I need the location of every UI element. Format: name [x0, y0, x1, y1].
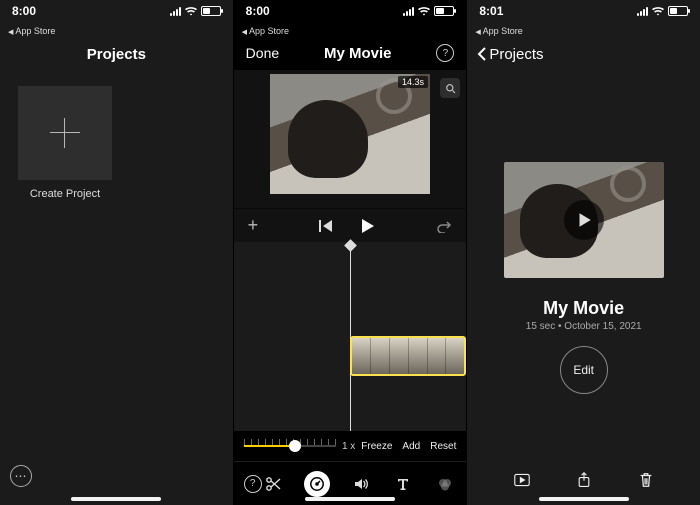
zoom-button[interactable]	[440, 78, 460, 98]
projects-screen: 8:00 App Store Projects Create Project ⋯	[0, 0, 233, 505]
plus-icon	[50, 118, 80, 148]
battery-icon	[434, 6, 454, 16]
editor-screen: 8:00 App Store Done My Movie ? 14.3s +	[234, 0, 467, 505]
page-title: Projects	[0, 36, 233, 72]
movie-title: My Movie	[467, 298, 700, 319]
back-button[interactable]: Projects	[467, 36, 700, 72]
home-indicator[interactable]	[305, 497, 395, 501]
back-label: Projects	[489, 46, 543, 63]
status-time: 8:01	[479, 4, 503, 18]
video-clip[interactable]	[350, 336, 466, 376]
volume-icon[interactable]	[350, 473, 372, 495]
done-button[interactable]: Done	[246, 45, 279, 61]
back-to-app[interactable]: App Store	[234, 26, 467, 36]
cellular-icon	[403, 7, 414, 16]
back-to-app[interactable]: App Store	[467, 26, 700, 36]
play-rect-icon[interactable]	[511, 469, 533, 491]
project-title: My Movie	[324, 45, 392, 62]
create-project-label: Create Project	[18, 188, 112, 200]
battery-icon	[201, 6, 221, 16]
text-icon[interactable]	[392, 473, 414, 495]
help-button-bottom[interactable]: ?	[244, 475, 262, 493]
edit-button[interactable]: Edit	[560, 346, 608, 394]
preview-pane: 14.3s	[234, 70, 467, 208]
movie-thumbnail[interactable]	[504, 162, 664, 278]
home-indicator[interactable]	[539, 497, 629, 501]
movie-meta: 15 sec • October 15, 2021	[467, 321, 700, 332]
status-icons	[637, 4, 688, 16]
add-media-button[interactable]: +	[248, 215, 259, 236]
reset-button[interactable]: Reset	[430, 441, 456, 452]
back-to-app[interactable]: App Store	[0, 26, 233, 36]
speed-value: 1 x	[342, 441, 355, 452]
trash-icon[interactable]	[635, 469, 657, 491]
undo-button[interactable]	[436, 219, 452, 233]
scissors-icon[interactable]	[262, 473, 284, 495]
play-button[interactable]	[359, 218, 375, 234]
bottom-actions	[467, 469, 700, 491]
home-indicator[interactable]	[71, 497, 161, 501]
speedometer-icon[interactable]	[304, 471, 330, 497]
speed-slider[interactable]	[244, 437, 336, 455]
transport-bar: +	[234, 208, 467, 242]
duration-tag: 14.3s	[398, 76, 428, 88]
battery-icon	[668, 6, 688, 16]
editor-header: Done My Movie ?	[234, 36, 467, 70]
help-button[interactable]: ?	[436, 44, 454, 62]
status-time: 8:00	[246, 4, 270, 18]
timeline[interactable]	[234, 242, 467, 431]
play-overlay[interactable]	[504, 162, 664, 278]
project-detail-screen: 8:01 App Store Projects My Movie 15 sec	[467, 0, 700, 505]
wifi-icon	[185, 7, 197, 16]
wifi-icon	[418, 7, 430, 16]
rewind-button[interactable]	[319, 220, 333, 232]
cellular-icon	[170, 7, 181, 16]
chevron-left-icon	[477, 46, 487, 62]
cellular-icon	[637, 7, 648, 16]
preview-video-thumb[interactable]: 14.3s	[270, 74, 430, 194]
add-button[interactable]: Add	[402, 441, 420, 452]
status-time: 8:00	[12, 4, 36, 18]
freeze-button[interactable]: Freeze	[361, 441, 392, 452]
create-project-tile[interactable]	[18, 86, 112, 180]
more-button[interactable]: ⋯	[10, 465, 32, 487]
status-icons	[170, 4, 221, 16]
filters-icon[interactable]	[434, 473, 456, 495]
status-icons	[403, 4, 454, 16]
play-icon	[564, 200, 604, 240]
speed-controls: 1 x Freeze Add Reset	[234, 431, 467, 461]
share-icon[interactable]	[573, 469, 595, 491]
wifi-icon	[652, 7, 664, 16]
